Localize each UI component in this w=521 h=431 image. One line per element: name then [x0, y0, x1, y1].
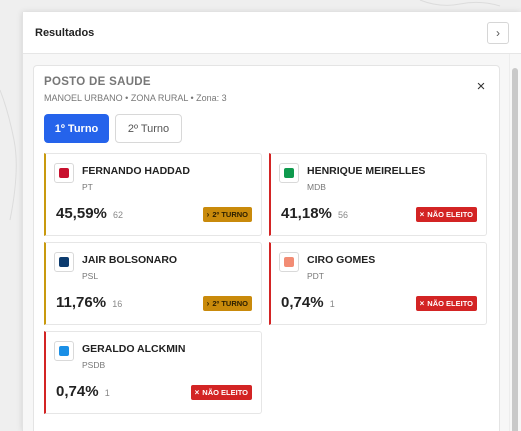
vote-percent: 0,74%: [56, 383, 99, 400]
panel-title: Resultados: [35, 26, 95, 39]
candidate-card[interactable]: GERALDO ALCKMIN PSDB 0,74% 1 × NÃO ELEITO: [44, 331, 262, 414]
panel-body: POSTO DE SAUDE MANOEL URBANO • ZONA RURA…: [23, 54, 509, 431]
status-label: 2º TURNO: [212, 210, 248, 219]
panel-header: Resultados ›: [23, 12, 521, 54]
location-card: POSTO DE SAUDE MANOEL URBANO • ZONA RURA…: [33, 65, 500, 431]
candidate-name: GERALDO ALCKMIN: [82, 343, 186, 355]
vote-percent-line: 11,76% 16: [56, 294, 122, 311]
chevron-right-icon: ›: [206, 299, 210, 308]
candidate-card[interactable]: FERNANDO HADDAD PT 45,59% 62 › 2º TURNO: [44, 153, 262, 236]
vote-percent-line: 45,59% 62: [56, 205, 123, 222]
party-color-icon: [59, 257, 69, 267]
vote-percent-line: 41,18% 56: [281, 205, 348, 222]
party-color-swatch: [54, 252, 74, 272]
close-icon: ×: [419, 210, 425, 219]
status-label: NÃO ELEITO: [427, 299, 473, 308]
location-name: POSTO DE SAUDE: [44, 76, 151, 88]
location-subtitle: MANOEL URBANO • ZONA RURAL • Zona: 3: [44, 93, 227, 103]
party-color-icon: [59, 168, 69, 178]
scrollbar-thumb[interactable]: [512, 68, 518, 431]
candidate-party: MDB: [307, 182, 326, 192]
tab-first-round[interactable]: 1º Turno: [44, 114, 109, 143]
vote-percent-line: 0,74% 1: [56, 383, 110, 400]
candidate-party: PT: [82, 182, 93, 192]
vote-count: 1: [104, 388, 110, 398]
status-badge: › 2º TURNO: [202, 207, 252, 222]
vote-percent: 45,59%: [56, 205, 107, 222]
candidate-party: PSL: [82, 271, 99, 281]
vote-percent: 11,76%: [56, 294, 107, 311]
close-icon: ×: [194, 388, 200, 397]
status-badge: × NÃO ELEITO: [415, 207, 477, 222]
candidate-card[interactable]: CIRO GOMES PDT 0,74% 1 × NÃO ELEITO: [269, 242, 487, 325]
candidate-party: PDT: [307, 271, 324, 281]
party-color-icon: [59, 346, 69, 356]
round-tabs: 1º Turno 2º Turno: [44, 114, 489, 143]
close-icon: ×: [476, 77, 486, 95]
status-badge: × NÃO ELEITO: [415, 296, 477, 311]
vote-percent-line: 0,74% 1: [281, 294, 335, 311]
collapse-panel-button[interactable]: ›: [487, 21, 509, 44]
candidate-name: CIRO GOMES: [307, 254, 376, 266]
vote-count: 1: [329, 299, 335, 309]
chevron-right-icon: ›: [496, 25, 500, 40]
party-color-swatch: [54, 341, 74, 361]
status-badge: › 2º TURNO: [202, 296, 252, 311]
candidate-card[interactable]: JAIR BOLSONARO PSL 11,76% 16 › 2º TURNO: [44, 242, 262, 325]
status-label: 2º TURNO: [212, 299, 248, 308]
vote-count: 62: [113, 210, 124, 220]
vote-percent: 41,18%: [281, 205, 332, 222]
chevron-right-icon: ›: [206, 210, 210, 219]
close-button[interactable]: ×: [471, 76, 491, 96]
status-label: NÃO ELEITO: [202, 388, 248, 397]
party-color-icon: [284, 257, 294, 267]
status-badge: × NÃO ELEITO: [190, 385, 252, 400]
candidate-name: FERNANDO HADDAD: [82, 165, 190, 177]
close-icon: ×: [419, 299, 425, 308]
party-color-icon: [284, 168, 294, 178]
candidates-grid: FERNANDO HADDAD PT 45,59% 62 › 2º TURNO H…: [44, 153, 489, 414]
candidate-name: JAIR BOLSONARO: [82, 254, 178, 266]
party-color-swatch: [279, 163, 299, 183]
candidate-card[interactable]: HENRIQUE MEIRELLES MDB 41,18% 56 × NÃO EL…: [269, 153, 487, 236]
party-color-swatch: [54, 163, 74, 183]
vote-count: 56: [338, 210, 349, 220]
party-color-swatch: [279, 252, 299, 272]
candidate-party: PSDB: [82, 360, 106, 370]
results-panel: Resultados › POSTO DE SAUDE MANOEL URBAN…: [22, 12, 521, 431]
status-label: NÃO ELEITO: [427, 210, 473, 219]
tab-second-round[interactable]: 2º Turno: [115, 114, 182, 143]
candidate-name: HENRIQUE MEIRELLES: [307, 165, 426, 177]
vote-count: 16: [112, 299, 123, 309]
vote-percent: 0,74%: [281, 294, 324, 311]
